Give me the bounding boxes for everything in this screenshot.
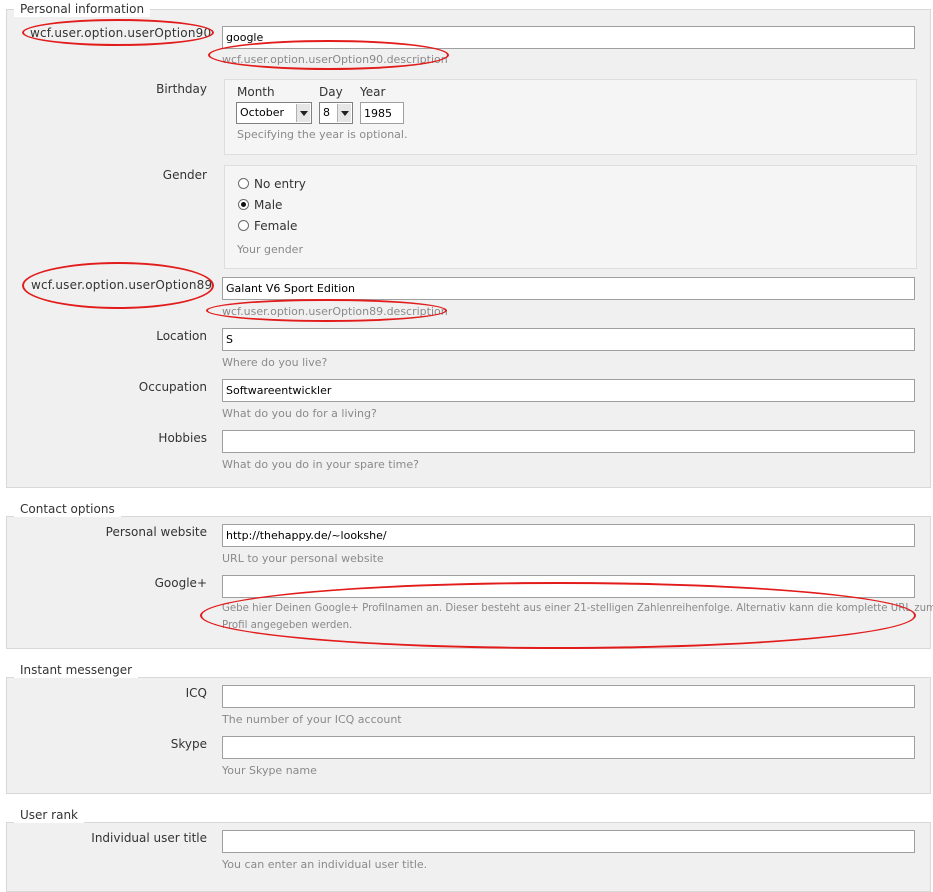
hobbies-label: Hobbies <box>158 431 207 445</box>
individual-user-title-input[interactable] <box>222 830 915 853</box>
gender-option-female-label: Female <box>254 219 298 233</box>
personal-website-input[interactable] <box>222 524 915 547</box>
google-plus-label: Google+ <box>154 576 207 590</box>
instant-messenger-legend: Instant messenger <box>14 662 139 678</box>
day-label: Day <box>319 85 343 99</box>
year-input[interactable] <box>360 102 404 124</box>
icq-label: ICQ <box>185 686 207 700</box>
skype-description: Your Skype name <box>222 764 317 777</box>
gender-option-no-entry-label: No entry <box>254 177 306 191</box>
year-label: Year <box>360 85 386 99</box>
google-plus-description-line2: Profil angegeben werden. <box>222 620 353 631</box>
day-select[interactable]: 8 <box>319 102 353 124</box>
user-option-90-input[interactable] <box>222 26 915 49</box>
contact-options-legend: Contact options <box>14 501 121 517</box>
user-rank-legend: User rank <box>14 807 85 823</box>
gender-option-male-label: Male <box>254 198 283 212</box>
user-option-90-label: wcf.user.option.userOption90 <box>30 26 212 40</box>
user-option-90-description: wcf.user.option.userOption90.description <box>222 53 448 66</box>
icq-input[interactable] <box>222 685 915 708</box>
hobbies-description: What do you do in your spare time? <box>222 458 419 471</box>
gender-label: Gender <box>162 168 207 182</box>
individual-user-title-label: Individual user title <box>91 831 207 845</box>
chevron-down-icon <box>337 104 351 122</box>
gender-group <box>224 165 917 269</box>
location-label: Location <box>156 329 207 343</box>
skype-label: Skype <box>170 737 207 751</box>
gender-radio-male[interactable] <box>238 199 249 210</box>
month-select[interactable]: October <box>236 102 312 124</box>
occupation-label: Occupation <box>138 380 207 394</box>
google-plus-description-line1: Gebe hier Deinen Google+ Profilnamen an.… <box>222 603 933 614</box>
birthday-label: Birthday <box>156 82 207 96</box>
user-option-89-input[interactable] <box>222 277 915 300</box>
chevron-down-icon <box>296 104 310 122</box>
gender-description: Your gender <box>237 243 303 256</box>
location-description: Where do you live? <box>222 356 328 369</box>
day-select-value: 8 <box>323 106 330 119</box>
personal-website-label: Personal website <box>105 525 207 539</box>
occupation-description: What do you do for a living? <box>222 407 377 420</box>
birthday-description: Specifying the year is optional. <box>237 128 408 141</box>
hobbies-input[interactable] <box>222 430 915 453</box>
month-label: Month <box>237 85 275 99</box>
individual-user-title-description: You can enter an individual user title. <box>222 858 428 871</box>
location-input[interactable] <box>222 328 915 351</box>
personal-information-legend: Personal information <box>14 1 151 17</box>
gender-radio-female[interactable] <box>238 220 249 231</box>
occupation-input[interactable] <box>222 379 915 402</box>
personal-website-description: URL to your personal website <box>222 552 384 565</box>
month-select-value: October <box>240 106 285 119</box>
skype-input[interactable] <box>222 736 915 759</box>
user-option-89-label: wcf.user.option.userOption89 <box>31 278 213 292</box>
user-option-89-description: wcf.user.option.userOption89.description <box>222 305 448 318</box>
google-plus-input[interactable] <box>222 575 915 598</box>
icq-description: The number of your ICQ account <box>222 713 402 726</box>
gender-radio-no-entry[interactable] <box>238 178 249 189</box>
